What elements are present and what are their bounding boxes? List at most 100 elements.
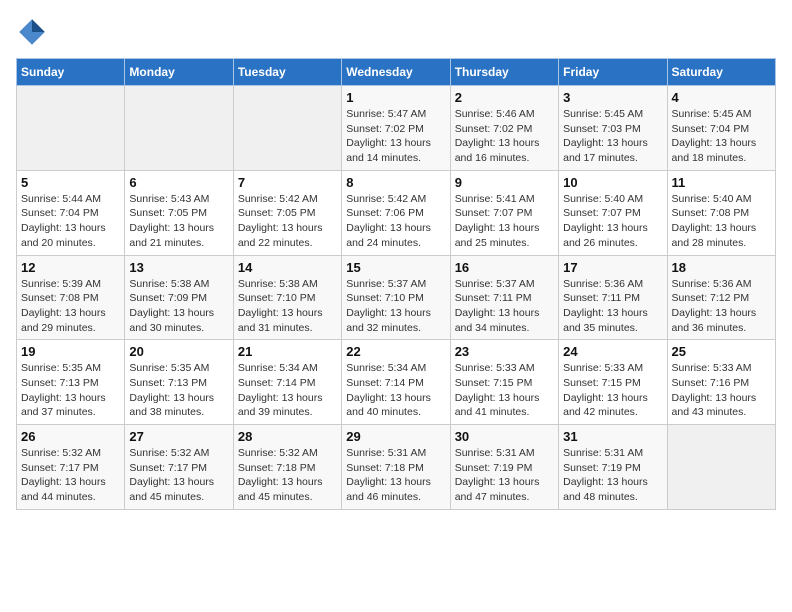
calendar-week-1: 5Sunrise: 5:44 AM Sunset: 7:04 PM Daylig…: [17, 170, 776, 255]
day-info: Sunrise: 5:45 AM Sunset: 7:03 PM Dayligh…: [563, 107, 662, 166]
weekday-header-saturday: Saturday: [667, 59, 775, 86]
day-info: Sunrise: 5:41 AM Sunset: 7:07 PM Dayligh…: [455, 192, 554, 251]
logo: [16, 16, 52, 48]
day-info: Sunrise: 5:36 AM Sunset: 7:11 PM Dayligh…: [563, 277, 662, 336]
calendar-cell: 25Sunrise: 5:33 AM Sunset: 7:16 PM Dayli…: [667, 340, 775, 425]
day-number: 20: [129, 344, 228, 359]
calendar-cell: 26 Sunrise: 5:32 AM Sunset: 7:17 PM Dayli…: [17, 425, 125, 510]
calendar-cell: 28Sunrise: 5:32 AM Sunset: 7:18 PM Dayli…: [233, 425, 341, 510]
day-number: 16: [455, 260, 554, 275]
weekday-header-row: SundayMondayTuesdayWednesdayThursdayFrid…: [17, 59, 776, 86]
day-number: 10: [563, 175, 662, 190]
day-number: 31: [563, 429, 662, 444]
day-info: Sunrise: 5:33 AM Sunset: 7:15 PM Dayligh…: [455, 361, 554, 420]
day-number: 2: [455, 90, 554, 105]
day-info: Sunrise: 5:42 AM Sunset: 7:05 PM Dayligh…: [238, 192, 337, 251]
day-info: Sunrise: 5:40 AM Sunset: 7:08 PM Dayligh…: [672, 192, 771, 251]
calendar-cell: 13 Sunrise: 5:38 AM Sunset: 7:09 PM Dayli…: [125, 255, 233, 340]
calendar-cell: 17 Sunrise: 5:36 AM Sunset: 7:11 PM Dayli…: [559, 255, 667, 340]
calendar-cell: 21 Sunrise: 5:34 AM Sunset: 7:14 PM Dayli…: [233, 340, 341, 425]
day-info: Sunrise: 5:35 AM Sunset: 7:13 PM Dayligh…: [21, 361, 120, 420]
day-number: 13: [129, 260, 228, 275]
day-info: Sunrise: 5:31 AM Sunset: 7:19 PM Dayligh…: [563, 446, 662, 505]
day-info: Sunrise: 5:37 AM Sunset: 7:10 PM Dayligh…: [346, 277, 445, 336]
day-number: 15: [346, 260, 445, 275]
logo-icon: [16, 16, 48, 48]
day-number: 26: [21, 429, 120, 444]
day-number: 9: [455, 175, 554, 190]
day-info: Sunrise: 5:43 AM Sunset: 7:05 PM Dayligh…: [129, 192, 228, 251]
weekday-header-thursday: Thursday: [450, 59, 558, 86]
day-number: 30: [455, 429, 554, 444]
calendar-week-3: 19 Sunrise: 5:35 AM Sunset: 7:13 PM Dayli…: [17, 340, 776, 425]
calendar-cell: 1 Sunrise: 5:47 AM Sunset: 7:02 PM Daylig…: [342, 86, 450, 171]
calendar-cell: 12 Sunrise: 5:39 AM Sunset: 7:08 PM Dayli…: [17, 255, 125, 340]
calendar-week-0: 1 Sunrise: 5:47 AM Sunset: 7:02 PM Daylig…: [17, 86, 776, 171]
weekday-header-wednesday: Wednesday: [342, 59, 450, 86]
day-number: 29: [346, 429, 445, 444]
calendar-cell: 11 Sunrise: 5:40 AM Sunset: 7:08 PM Dayli…: [667, 170, 775, 255]
calendar-cell: 15 Sunrise: 5:37 AM Sunset: 7:10 PM Dayli…: [342, 255, 450, 340]
day-info: Sunrise: 5:47 AM Sunset: 7:02 PM Dayligh…: [346, 107, 445, 166]
day-number: 8: [346, 175, 445, 190]
calendar-cell: 27 Sunrise: 5:32 AM Sunset: 7:17 PM Dayli…: [125, 425, 233, 510]
calendar-cell: 24Sunrise: 5:33 AM Sunset: 7:15 PM Dayli…: [559, 340, 667, 425]
day-info: Sunrise: 5:34 AM Sunset: 7:14 PM Dayligh…: [238, 361, 337, 420]
day-number: 7: [238, 175, 337, 190]
day-number: 23: [455, 344, 554, 359]
calendar-cell: [125, 86, 233, 171]
day-info: Sunrise: 5:42 AM Sunset: 7:06 PM Dayligh…: [346, 192, 445, 251]
day-info: Sunrise: 5:36 AM Sunset: 7:12 PM Dayligh…: [672, 277, 771, 336]
day-number: 22: [346, 344, 445, 359]
calendar-cell: 14Sunrise: 5:38 AM Sunset: 7:10 PM Dayli…: [233, 255, 341, 340]
calendar-cell: 18Sunrise: 5:36 AM Sunset: 7:12 PM Dayli…: [667, 255, 775, 340]
day-number: 19: [21, 344, 120, 359]
calendar-cell: [17, 86, 125, 171]
calendar-body: 1 Sunrise: 5:47 AM Sunset: 7:02 PM Daylig…: [17, 86, 776, 510]
day-info: Sunrise: 5:38 AM Sunset: 7:09 PM Dayligh…: [129, 277, 228, 336]
calendar-cell: 10 Sunrise: 5:40 AM Sunset: 7:07 PM Dayli…: [559, 170, 667, 255]
day-info: Sunrise: 5:32 AM Sunset: 7:17 PM Dayligh…: [129, 446, 228, 505]
weekday-header-monday: Monday: [125, 59, 233, 86]
day-number: 17: [563, 260, 662, 275]
day-info: Sunrise: 5:33 AM Sunset: 7:16 PM Dayligh…: [672, 361, 771, 420]
calendar-cell: 7 Sunrise: 5:42 AM Sunset: 7:05 PM Daylig…: [233, 170, 341, 255]
calendar-week-2: 12 Sunrise: 5:39 AM Sunset: 7:08 PM Dayli…: [17, 255, 776, 340]
calendar-cell: [233, 86, 341, 171]
day-info: Sunrise: 5:33 AM Sunset: 7:15 PM Dayligh…: [563, 361, 662, 420]
day-number: 3: [563, 90, 662, 105]
day-number: 1: [346, 90, 445, 105]
calendar-cell: 4Sunrise: 5:45 AM Sunset: 7:04 PM Daylig…: [667, 86, 775, 171]
day-number: 5: [21, 175, 120, 190]
calendar-cell: 23 Sunrise: 5:33 AM Sunset: 7:15 PM Dayli…: [450, 340, 558, 425]
day-info: Sunrise: 5:40 AM Sunset: 7:07 PM Dayligh…: [563, 192, 662, 251]
calendar-cell: 31 Sunrise: 5:31 AM Sunset: 7:19 PM Dayli…: [559, 425, 667, 510]
day-number: 11: [672, 175, 771, 190]
calendar-cell: 8 Sunrise: 5:42 AM Sunset: 7:06 PM Daylig…: [342, 170, 450, 255]
calendar-cell: 29 Sunrise: 5:31 AM Sunset: 7:18 PM Dayli…: [342, 425, 450, 510]
calendar: SundayMondayTuesdayWednesdayThursdayFrid…: [16, 58, 776, 510]
day-number: 6: [129, 175, 228, 190]
day-info: Sunrise: 5:32 AM Sunset: 7:18 PM Dayligh…: [238, 446, 337, 505]
calendar-cell: 16 Sunrise: 5:37 AM Sunset: 7:11 PM Dayli…: [450, 255, 558, 340]
calendar-cell: 5Sunrise: 5:44 AM Sunset: 7:04 PM Daylig…: [17, 170, 125, 255]
day-info: Sunrise: 5:31 AM Sunset: 7:18 PM Dayligh…: [346, 446, 445, 505]
day-number: 27: [129, 429, 228, 444]
calendar-cell: 30Sunrise: 5:31 AM Sunset: 7:19 PM Dayli…: [450, 425, 558, 510]
calendar-cell: 6 Sunrise: 5:43 AM Sunset: 7:05 PM Daylig…: [125, 170, 233, 255]
calendar-cell: 3 Sunrise: 5:45 AM Sunset: 7:03 PM Daylig…: [559, 86, 667, 171]
day-info: Sunrise: 5:46 AM Sunset: 7:02 PM Dayligh…: [455, 107, 554, 166]
page-header: [16, 16, 776, 48]
day-info: Sunrise: 5:37 AM Sunset: 7:11 PM Dayligh…: [455, 277, 554, 336]
calendar-cell: 19 Sunrise: 5:35 AM Sunset: 7:13 PM Dayli…: [17, 340, 125, 425]
calendar-cell: 2 Sunrise: 5:46 AM Sunset: 7:02 PM Daylig…: [450, 86, 558, 171]
calendar-cell: 22Sunrise: 5:34 AM Sunset: 7:14 PM Dayli…: [342, 340, 450, 425]
weekday-header-tuesday: Tuesday: [233, 59, 341, 86]
day-info: Sunrise: 5:35 AM Sunset: 7:13 PM Dayligh…: [129, 361, 228, 420]
day-info: Sunrise: 5:39 AM Sunset: 7:08 PM Dayligh…: [21, 277, 120, 336]
day-number: 12: [21, 260, 120, 275]
calendar-cell: [667, 425, 775, 510]
day-number: 21: [238, 344, 337, 359]
day-info: Sunrise: 5:32 AM Sunset: 7:17 PM Dayligh…: [21, 446, 120, 505]
calendar-week-4: 26 Sunrise: 5:32 AM Sunset: 7:17 PM Dayli…: [17, 425, 776, 510]
